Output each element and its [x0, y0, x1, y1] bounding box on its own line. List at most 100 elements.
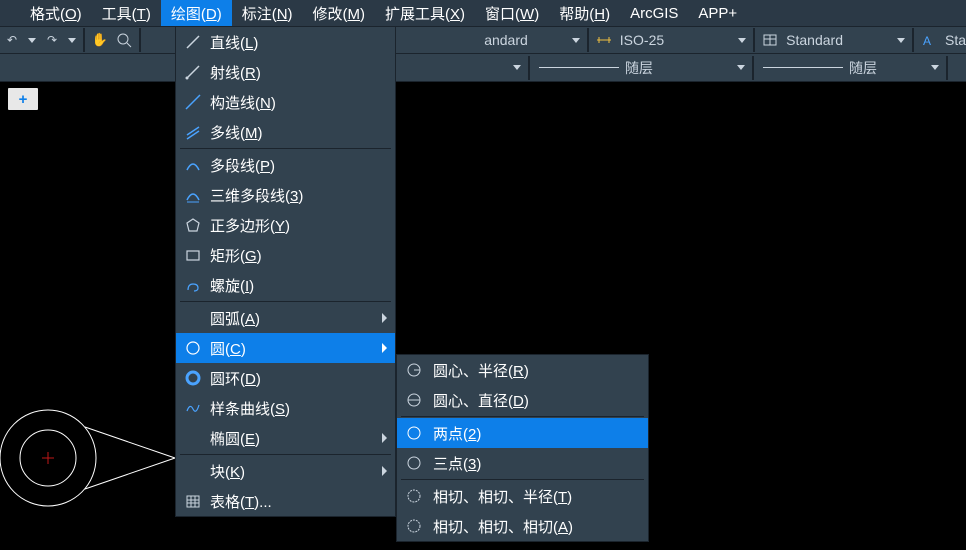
menu-separator	[180, 301, 391, 302]
new-tab-button[interactable]: +	[8, 88, 38, 110]
draw-item-ellipse[interactable]: 椭圆(E)	[176, 423, 395, 453]
circle-item-2p[interactable]: 两点(2)	[397, 418, 648, 448]
menu-item-label: 三点(3)	[433, 453, 481, 474]
pan-icon[interactable]: ✋	[91, 31, 109, 49]
3p-icon	[403, 452, 425, 474]
draw-menu-dropdown: 直线(L) 射线(R) 构造线(N) 多线(M) 多段线(P) 三维多段线(3) 正多边形(…	[175, 26, 396, 517]
undo-icon[interactable]: ↶	[3, 31, 21, 49]
menu-item-7[interactable]: 帮助(H)	[549, 0, 620, 27]
3dpoly-icon	[182, 184, 204, 206]
ray-icon	[182, 61, 204, 83]
menu-item-label: 正多边形(Y)	[210, 215, 290, 236]
draw-item-3dpoly[interactable]: 三维多段线(3)	[176, 180, 395, 210]
menu-item-label: 多线(M)	[210, 122, 263, 143]
draw-item-circle[interactable]: 圆(C)	[176, 333, 395, 363]
draw-item-polygon[interactable]: 正多边形(Y)	[176, 210, 395, 240]
circle-item-3p[interactable]: 三点(3)	[397, 448, 648, 478]
arc-icon	[182, 307, 204, 329]
menu-item-label: 直线(L)	[210, 32, 258, 53]
table-style-icon[interactable]	[761, 31, 779, 49]
zoom-icon[interactable]	[115, 31, 133, 49]
menu-item-label: 矩形(G)	[210, 245, 262, 266]
draw-item-arc[interactable]: 圆弧(A)	[176, 303, 395, 333]
draw-item-xline[interactable]: 构造线(N)	[176, 87, 395, 117]
lineweight-preview	[763, 67, 843, 68]
menu-item-label: 圆环(D)	[210, 368, 261, 389]
menu-item-label: 螺旋(I)	[210, 275, 254, 296]
menu-separator	[401, 416, 644, 417]
chevron-down-icon	[572, 38, 580, 43]
submenu-arrow-icon	[382, 313, 387, 323]
chevron-down-icon[interactable]	[513, 65, 521, 70]
menu-item-0[interactable]: 格式(O)	[20, 0, 92, 27]
draw-item-table[interactable]: 表格(T)...	[176, 486, 395, 516]
chevron-down-icon	[931, 65, 939, 70]
cendia-icon	[403, 389, 425, 411]
draw-item-pline[interactable]: 多段线(P)	[176, 150, 395, 180]
chevron-down-icon	[738, 38, 746, 43]
draw-item-mline[interactable]: 多线(M)	[176, 117, 395, 147]
separator	[83, 28, 85, 52]
helix-icon	[182, 274, 204, 296]
circle-item-ttt[interactable]: 相切、相切、相切(A)	[397, 511, 648, 541]
menu-separator	[180, 148, 391, 149]
ttt-icon	[403, 515, 425, 537]
text-style-icon[interactable]: A	[920, 31, 938, 49]
menu-item-label: 三维多段线(3)	[210, 185, 303, 206]
text-style-combo[interactable]: Sta	[941, 30, 966, 50]
2p-icon	[403, 422, 425, 444]
draw-item-line[interactable]: 直线(L)	[176, 27, 395, 57]
plus-icon: +	[19, 91, 28, 108]
circle-submenu: 圆心、半径(R) 圆心、直径(D) 两点(2) 三点(3) 相切、相切、半径(T)相切、…	[396, 354, 649, 542]
toolbar-row-2: 随层 随层	[0, 54, 966, 82]
menu-item-1[interactable]: 工具(T)	[92, 0, 161, 27]
menu-item-2[interactable]: 绘图(D)	[161, 0, 232, 27]
menu-bar: 格式(O)工具(T)绘图(D)标注(N)修改(M)扩展工具(X)窗口(W)帮助(…	[0, 0, 966, 26]
lineweight-combo[interactable]: 随层	[849, 58, 943, 78]
menu-item-label: 块(K)	[210, 461, 245, 482]
polygon-icon	[182, 214, 204, 236]
style-combo-1[interactable]: andard	[480, 30, 584, 50]
redo-dropdown-icon[interactable]	[68, 38, 76, 43]
undo-dropdown-icon[interactable]	[28, 38, 36, 43]
menu-item-8[interactable]: ArcGIS	[620, 2, 688, 25]
dim-style-combo[interactable]: ISO-25	[616, 30, 750, 50]
linetype-preview	[539, 67, 619, 68]
menu-item-5[interactable]: 扩展工具(X)	[375, 0, 475, 27]
submenu-arrow-icon	[382, 433, 387, 443]
table-style-combo[interactable]: Standard	[782, 30, 909, 50]
draw-item-helix[interactable]: 螺旋(I)	[176, 270, 395, 300]
svg-text:✋: ✋	[92, 32, 108, 47]
draw-item-donut[interactable]: 圆环(D)	[176, 363, 395, 393]
menu-item-label: 构造线(N)	[210, 92, 276, 113]
redo-icon[interactable]: ↷	[43, 31, 61, 49]
linetype-combo[interactable]: 随层	[625, 58, 749, 78]
submenu-arrow-icon	[382, 343, 387, 353]
dim-style-icon[interactable]	[595, 31, 613, 49]
circle-icon	[182, 337, 204, 359]
separator	[587, 28, 589, 52]
mline-icon	[182, 121, 204, 143]
menu-item-label: 圆心、直径(D)	[433, 390, 529, 411]
line-icon	[182, 31, 204, 53]
draw-item-spline[interactable]: 样条曲线(S)	[176, 393, 395, 423]
chevron-down-icon	[737, 65, 745, 70]
menu-item-6[interactable]: 窗口(W)	[475, 0, 549, 27]
menu-item-9[interactable]: APP+	[688, 2, 747, 25]
submenu-arrow-icon	[382, 466, 387, 476]
chevron-down-icon	[897, 38, 905, 43]
separator	[752, 56, 754, 80]
rect-icon	[182, 244, 204, 266]
menu-item-3[interactable]: 标注(N)	[232, 0, 303, 27]
menu-item-4[interactable]: 修改(M)	[303, 0, 376, 27]
menu-item-label: 两点(2)	[433, 423, 481, 444]
draw-item-rect[interactable]: 矩形(G)	[176, 240, 395, 270]
menu-item-label: 样条曲线(S)	[210, 398, 290, 419]
circle-item-cenrad[interactable]: 圆心、半径(R)	[397, 355, 648, 385]
circle-item-cendia[interactable]: 圆心、直径(D)	[397, 385, 648, 415]
ellipse-icon	[182, 427, 204, 449]
circle-item-ttr[interactable]: 相切、相切、半径(T)	[397, 481, 648, 511]
draw-item-ray[interactable]: 射线(R)	[176, 57, 395, 87]
pline-icon	[182, 154, 204, 176]
draw-item-block[interactable]: 块(K)	[176, 456, 395, 486]
